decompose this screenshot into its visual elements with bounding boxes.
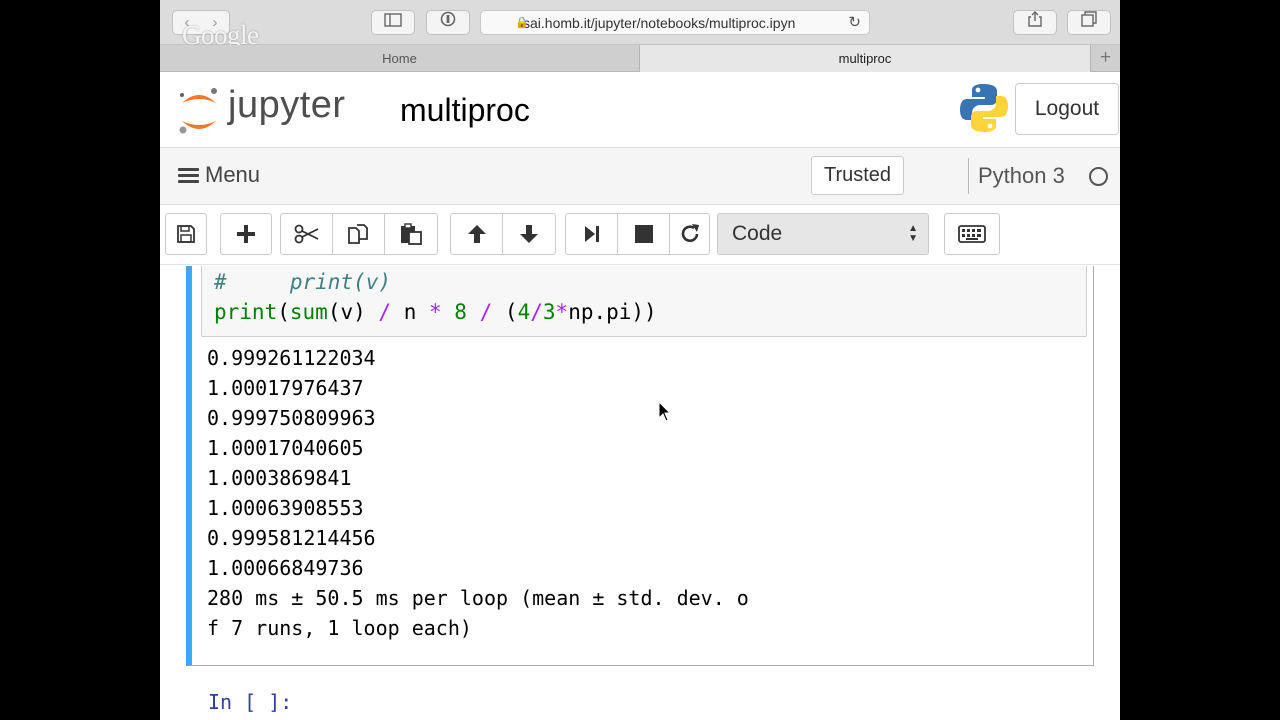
output-line: 1.00066849736 — [207, 556, 364, 580]
code-token-operator: / — [479, 300, 493, 324]
kernel-name[interactable]: Python 3 — [978, 163, 1065, 189]
code-token-sum: sum — [289, 300, 328, 324]
kernel-idle-icon — [1089, 167, 1108, 186]
sidebar-icon[interactable] — [371, 10, 415, 35]
copy-button[interactable] — [332, 213, 385, 255]
code-comment: # print(v) — [214, 270, 392, 294]
share-icon[interactable] — [1013, 10, 1057, 35]
copy-icon — [347, 224, 368, 244]
tab-bar: Home multiproc + — [160, 45, 1120, 72]
restart-icon — [681, 224, 699, 243]
new-tab-button[interactable]: + — [1090, 45, 1120, 72]
url-text: sai.homb.it/jupyter/notebooks/multiproc.… — [523, 14, 796, 31]
mouse-cursor-icon — [658, 401, 672, 422]
notebook-title[interactable]: multiproc — [400, 92, 530, 129]
run-button[interactable] — [565, 213, 618, 255]
cell-type-value: Code — [732, 222, 783, 245]
app-window: ‹ › Google 🔒 sai.homb.it/jupyter/noteboo… — [160, 0, 1120, 720]
interrupt-button[interactable] — [617, 213, 670, 255]
save-icon — [177, 225, 195, 243]
restart-button[interactable] — [669, 213, 710, 255]
code-token-number: 4 — [517, 300, 531, 324]
move-down-button[interactable] — [502, 213, 556, 255]
keyboard-shortcuts-button[interactable] — [944, 213, 1000, 255]
code-editor[interactable]: # print(v) print(sum(v) / n * 8 / (4/3*n… — [201, 266, 1087, 337]
trusted-button[interactable]: Trusted — [811, 156, 904, 195]
logout-button[interactable]: Logout — [1015, 83, 1119, 135]
notebook-toolbar: Code ▲ ▼ — [160, 205, 1120, 265]
stop-icon — [634, 225, 653, 243]
paste-button[interactable] — [384, 213, 438, 255]
tab-home[interactable]: Home — [160, 45, 640, 72]
reader-icon[interactable] — [426, 10, 470, 35]
code-token: np.pi)) — [568, 300, 657, 324]
next-cell-prompt[interactable]: In [ ]: — [208, 690, 292, 714]
code-cell-selected[interactable]: # print(v) print(sum(v) / n * 8 / (4/3*n… — [186, 266, 1094, 666]
code-token: n — [391, 300, 429, 324]
jupyter-logo-icon[interactable] — [176, 85, 222, 137]
code-token-print: print — [214, 300, 278, 324]
cell-type-select[interactable]: Code ▲ ▼ — [717, 213, 929, 255]
output-line: 280 ms ± 50.5 ms per loop (mean ± std. d… — [207, 586, 749, 610]
code-token: ( — [277, 300, 290, 324]
tabs-icon[interactable] — [1067, 10, 1111, 35]
code-token-operator: * — [428, 300, 442, 324]
lock-icon: 🔒 — [515, 17, 529, 29]
keyboard-icon — [958, 225, 986, 243]
run-icon — [584, 226, 599, 242]
code-token-operator: / — [530, 300, 543, 324]
output-line: f 7 runs, 1 loop each) — [207, 616, 472, 640]
cell-output: 0.999261122034 1.00017976437 0.99975080996… — [207, 343, 749, 643]
code-token-number: 8 — [454, 300, 467, 324]
kernel-separator — [968, 158, 969, 194]
arrow-down-icon — [520, 225, 538, 243]
browser-toolbar: ‹ › Google 🔒 sai.homb.it/jupyter/noteboo… — [160, 0, 1120, 50]
code-text: # print(v) print(sum(v) / n * 8 / (4/3*n… — [214, 267, 657, 327]
cut-icon — [294, 224, 318, 244]
arrow-up-icon — [467, 225, 486, 243]
code-token-operator: * — [555, 300, 569, 324]
output-line: 1.00017040605 — [207, 436, 364, 460]
output-line: 1.00017976437 — [207, 376, 364, 400]
code-token-number: 3 — [542, 300, 556, 324]
cut-button[interactable] — [280, 213, 333, 255]
code-token: ( — [492, 300, 518, 324]
output-line: 0.999581214456 — [207, 526, 376, 550]
output-line: 1.0003869841 — [207, 466, 352, 490]
tab-multiproc[interactable]: multiproc — [640, 45, 1090, 72]
reload-icon[interactable]: ↻ — [848, 13, 861, 31]
select-arrows-icon: ▲ ▼ — [908, 223, 918, 244]
menu-button[interactable]: Menu — [178, 162, 260, 188]
move-up-button[interactable] — [450, 213, 503, 255]
plus-icon — [237, 225, 255, 243]
output-line: 0.999261122034 — [207, 346, 376, 370]
code-token-operator: / — [378, 300, 392, 324]
menu-bar: Menu Trusted Python 3 — [160, 147, 1120, 205]
output-line: 1.00063908553 — [207, 496, 364, 520]
notebook-area: # print(v) print(sum(v) / n * 8 / (4/3*n… — [160, 266, 1120, 720]
jupyter-header: jupyter multiproc Logout — [160, 72, 1120, 147]
code-token: (v) — [327, 300, 379, 324]
hamburger-icon — [178, 165, 199, 186]
address-bar[interactable]: 🔒 sai.homb.it/jupyter/notebooks/multipro… — [480, 10, 870, 35]
save-button[interactable] — [165, 213, 207, 255]
python-logo-icon — [960, 84, 1008, 132]
insert-cell-button[interactable] — [220, 213, 272, 255]
menu-label: Menu — [205, 162, 261, 187]
paste-icon — [401, 223, 422, 245]
jupyter-logo-text: jupyter — [228, 84, 346, 126]
